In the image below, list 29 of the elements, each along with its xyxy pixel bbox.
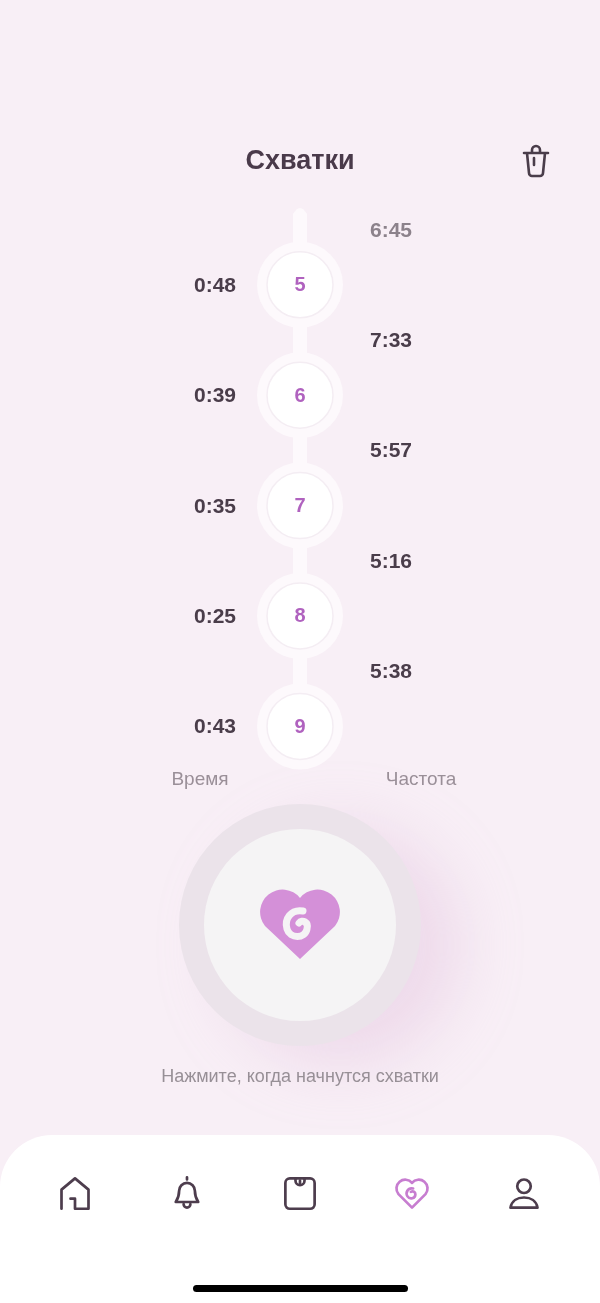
contraction-number: 6 (294, 383, 306, 407)
interval-time: 5:38 (369, 659, 413, 684)
screen-title: Схватки (245, 144, 355, 176)
duration-time: 0:43 (193, 714, 236, 739)
interval-time: 6:45 (369, 217, 413, 242)
tab[interactable] (506, 1175, 542, 1211)
interval-time: 5:16 (369, 548, 413, 573)
contraction-number: 5 (294, 273, 306, 297)
column-label: Частота (385, 767, 457, 790)
duration-time: 0:39 (193, 383, 236, 408)
person-icon (506, 1175, 542, 1211)
delete-button[interactable] (520, 144, 552, 178)
contraction-number: 8 (294, 604, 306, 628)
duration-time: 0:25 (193, 603, 236, 628)
interval-time: 7:33 (369, 327, 413, 352)
scale-icon (281, 1175, 318, 1211)
interval-time: 5:57 (369, 438, 413, 463)
tab[interactable] (281, 1175, 318, 1211)
contraction-number: 7 (294, 494, 306, 518)
hint-text: Нажмите, когда начнутся схватки (161, 1065, 439, 1087)
heart-swirl-icon (393, 1175, 430, 1211)
trash-icon (520, 144, 552, 178)
column-label: Время (171, 767, 229, 790)
contraction-number: 9 (294, 714, 306, 738)
duration-time: 0:35 (193, 493, 236, 518)
heart-swirl-icon (257, 888, 343, 961)
duration-time: 0:48 (193, 272, 236, 297)
tab[interactable] (57, 1175, 93, 1211)
home-icon (57, 1175, 93, 1211)
